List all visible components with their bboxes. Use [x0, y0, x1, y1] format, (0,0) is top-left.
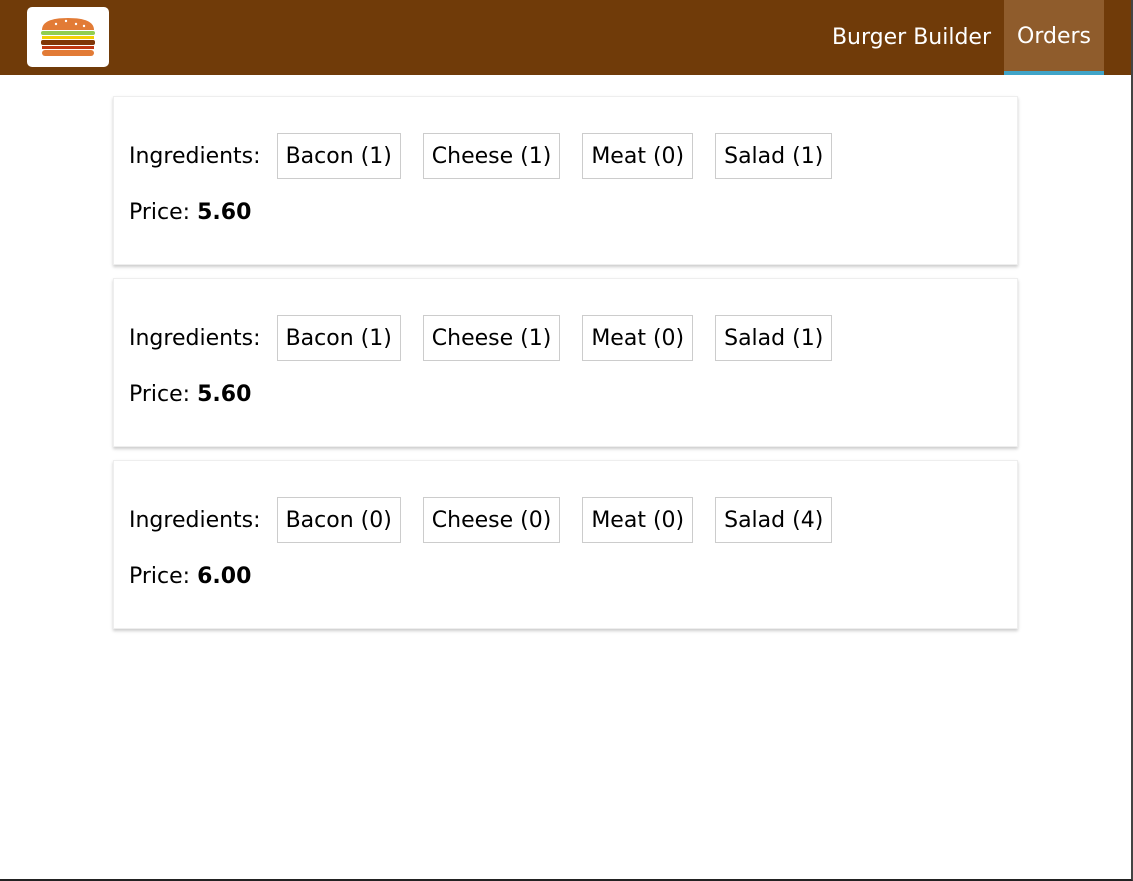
order-card: Ingredients: Bacon (1) Cheese (1) Meat (…	[113, 96, 1018, 265]
ingredient-chip: Bacon (1)	[276, 133, 401, 179]
logo[interactable]	[27, 7, 109, 67]
ingredients-row: Ingredients: Bacon (1) Cheese (1) Meat (…	[129, 133, 854, 179]
ingredient-chip: Cheese (0)	[422, 497, 561, 543]
nav-orders[interactable]: Orders	[1004, 0, 1104, 75]
price-value: 6.00	[197, 564, 252, 589]
ingredient-chip: Meat (0)	[582, 315, 694, 361]
orders-list: Ingredients: Bacon (1) Cheese (1) Meat (…	[113, 96, 1018, 642]
price: Price: 6.00	[129, 564, 251, 589]
burger-logo-icon	[41, 18, 95, 56]
price-label: Price:	[129, 564, 191, 589]
order-card: Ingredients: Bacon (0) Cheese (0) Meat (…	[113, 460, 1018, 629]
ingredient-chip: Cheese (1)	[422, 133, 561, 179]
price-label: Price:	[129, 200, 191, 225]
nav-burger-builder[interactable]: Burger Builder	[819, 0, 1004, 75]
order-card: Ingredients: Bacon (1) Cheese (1) Meat (…	[113, 278, 1018, 447]
ingredient-chip: Salad (1)	[715, 315, 833, 361]
ingredients-row: Ingredients: Bacon (1) Cheese (1) Meat (…	[129, 315, 854, 361]
ingredient-chip: Bacon (0)	[276, 497, 401, 543]
price: Price: 5.60	[129, 382, 251, 407]
price-label: Price:	[129, 382, 191, 407]
ingredient-chip: Salad (4)	[715, 497, 833, 543]
ingredients-label: Ingredients:	[129, 143, 261, 169]
toolbar: Burger Builder Orders	[0, 0, 1131, 75]
price-value: 5.60	[197, 382, 252, 407]
ingredient-chip: Meat (0)	[582, 497, 694, 543]
ingredients-label: Ingredients:	[129, 325, 261, 351]
main-nav: Burger Builder Orders	[819, 0, 1104, 75]
price: Price: 5.60	[129, 200, 251, 225]
ingredients-row: Ingredients: Bacon (0) Cheese (0) Meat (…	[129, 497, 854, 543]
ingredient-chip: Salad (1)	[715, 133, 833, 179]
price-value: 5.60	[197, 200, 252, 225]
ingredients-label: Ingredients:	[129, 507, 261, 533]
ingredient-chip: Bacon (1)	[276, 315, 401, 361]
ingredient-chip: Cheese (1)	[422, 315, 561, 361]
ingredient-chip: Meat (0)	[582, 133, 694, 179]
